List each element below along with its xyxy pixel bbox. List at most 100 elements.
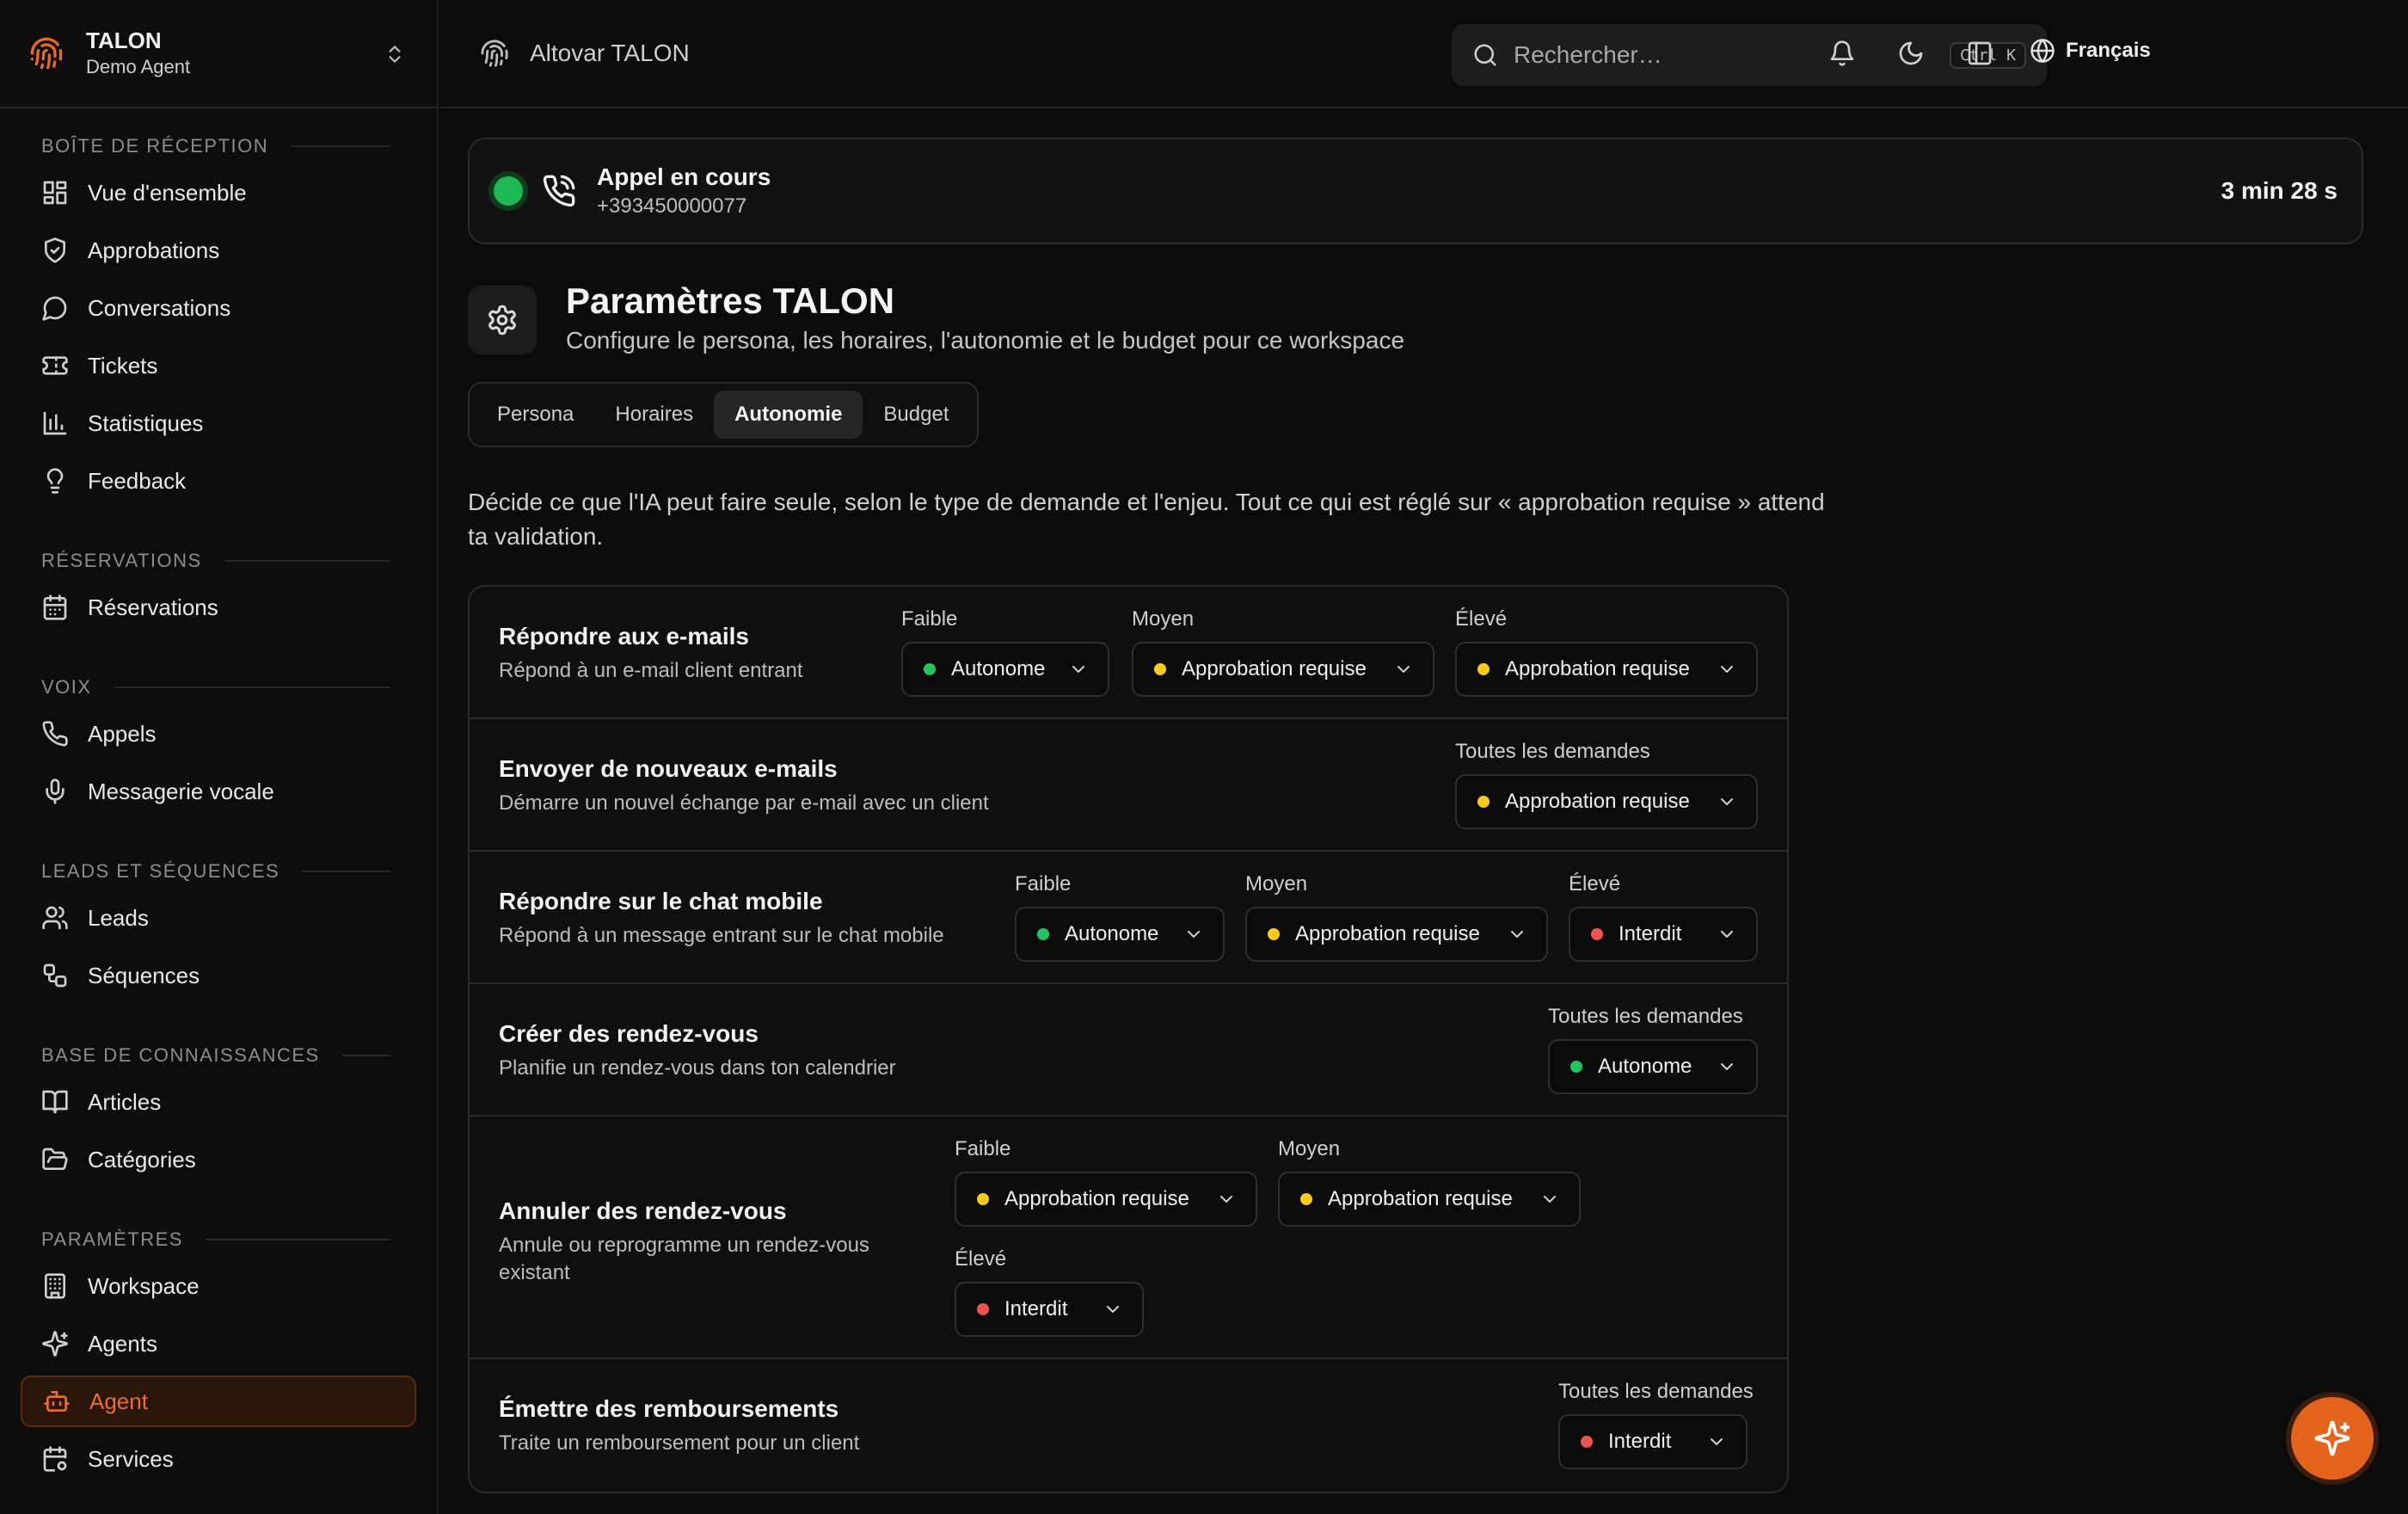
moon-icon[interactable] [1897,40,1925,67]
rule-desc: Planifie un rendez-vous dans ton calendr… [499,1056,896,1080]
bell-icon[interactable] [1828,40,1856,67]
phone-icon [41,720,69,748]
sidebar-item-label: Messagerie vocale [88,778,274,804]
select-value: Approbation requise [1505,657,1690,680]
select-value: Interdit [1619,922,1682,945]
tab-autonomie[interactable]: Autonomie [714,391,863,439]
message-circle-icon [41,294,69,322]
sidebar-item-agent[interactable]: Agent [21,1376,416,1427]
field-label: Toutes les demandes [1558,1380,1754,1403]
sidebar-item-leads[interactable]: Leads [21,892,416,944]
sidebar-nav: BOÎTE DE RÉCEPTION Vue d'ensemble Approb… [0,108,437,1485]
rule-desc: Répond à un message entrant sur le chat … [499,924,944,947]
sidebar-item-label: Services [88,1445,174,1472]
sidebar-item-label: Vue d'ensemble [88,179,247,206]
active-call-bar[interactable]: Appel en cours +393450000077 3 min 28 s [468,138,2363,244]
rule-row: Annuler des rendez-vous Annule ou reprog… [470,1117,1787,1359]
calendar-icon [41,594,69,621]
sidebar-item-services[interactable]: Services [21,1433,416,1485]
sidebar-item-workspace[interactable]: Workspace [21,1260,416,1312]
bar-chart-icon [41,409,69,437]
autonomy-select[interactable]: Autonome [1015,907,1225,962]
chevron-down-icon [1706,1431,1727,1452]
sidebar-item-label: Tickets [88,352,158,378]
autonomy-select[interactable]: Autonome [1548,1039,1758,1094]
nav-section-label: RÉSERVATIONS [0,545,437,576]
rule-field: Toutes les demandes Interdit [1558,1378,1754,1469]
autonomy-select[interactable]: Interdit [1569,907,1758,962]
sidebar-item-calls[interactable]: Appels [21,708,416,760]
workspace-switcher[interactable]: TALON Demo Agent [0,0,437,108]
sidebar-item-overview[interactable]: Vue d'ensemble [21,167,416,218]
call-number: +393450000077 [597,194,747,218]
sidebar-item-label: Feedback [88,467,187,494]
sidebar-item-label: Réservations [88,594,218,620]
tab-persona[interactable]: Persona [476,391,594,439]
status-dot [1300,1193,1312,1205]
autonomy-select[interactable]: Interdit [955,1282,1144,1337]
lightbulb-icon [41,467,69,495]
chevron-down-icon [1539,1189,1560,1209]
page-title: Paramètres TALON [566,280,895,321]
ticket-icon [41,352,69,379]
building-icon [41,1272,69,1300]
workspace-name: TALON [86,28,162,53]
autonomy-select[interactable]: Autonome [901,642,1109,697]
autonomy-select[interactable]: Approbation requise [1455,774,1758,829]
sidebar-item-tickets[interactable]: Tickets [21,340,416,391]
search-icon [1472,42,1498,68]
sidebar-item-voicemail[interactable]: Messagerie vocale [21,766,416,817]
workspace-subtitle: Demo Agent [86,56,191,77]
nav-section-label: LEADS ET SÉQUENCES [0,856,437,887]
autonomy-select[interactable]: Approbation requise [955,1172,1257,1227]
sidebar-item-conversations[interactable]: Conversations [21,282,416,334]
folder-open-icon [41,1146,69,1173]
autonomy-select[interactable]: Interdit [1558,1414,1748,1469]
sidebar-item-statistics[interactable]: Statistiques [21,397,416,449]
rule-desc: Traite un remboursement pour un client [499,1431,860,1455]
ai-assistant-button[interactable] [2291,1397,2374,1480]
gear-icon [486,304,519,336]
calendar-cog-icon [41,1445,69,1473]
sidebar-item-feedback[interactable]: Feedback [21,455,416,507]
autonomy-select[interactable]: Approbation requise [1455,642,1758,697]
field-label: Faible [1015,872,1072,895]
language-label: Français [2066,39,2151,62]
sidebar-item-categories[interactable]: Catégories [21,1134,416,1185]
phone-call-icon [542,174,576,208]
chevron-down-icon [1393,659,1414,680]
chevron-down-icon [1183,924,1204,945]
language-switcher[interactable]: Français [2030,38,2151,64]
sidebar-item-reservations[interactable]: Réservations [21,582,416,633]
autonomy-select[interactable]: Approbation requise [1278,1172,1581,1227]
autonomy-select[interactable]: Approbation requise [1245,907,1548,962]
chevron-down-icon [1717,1056,1737,1077]
rule-desc: Annule ou reprogramme un rendez-vous exi… [499,1234,869,1284]
select-value: Autonome [1065,922,1159,945]
tab-horaires[interactable]: Horaires [594,391,714,439]
chevron-down-icon [1507,924,1527,945]
autonomy-description: Décide ce que l'IA peut faire seule, sel… [468,489,1825,550]
rule-title: Émettre des remboursements [499,1395,839,1422]
panel-left-icon[interactable] [1966,40,1993,67]
workflow-icon [41,962,69,989]
rule-field: Moyen Approbation requise [1132,606,1434,697]
sidebar-item-agents[interactable]: Agents [21,1318,416,1369]
app-name: Altovar TALON [530,40,690,66]
select-value: Approbation requise [1295,922,1480,945]
sidebar-item-sequences[interactable]: Séquences [21,950,416,1001]
nav-section-label: BOÎTE DE RÉCEPTION [0,131,437,162]
call-title: Appel en cours [597,163,771,190]
status-dot [1477,796,1490,808]
rule-field: Toutes les demandes Approbation requise [1455,738,1758,829]
rule-field: Faible Autonome [901,606,1109,697]
autonomy-select[interactable]: Approbation requise [1132,642,1434,697]
rule-row: Émettre des remboursements Traite un rem… [470,1359,1787,1492]
shield-icon [41,237,69,264]
search-input[interactable]: Rechercher… Ctrl K [1452,24,2047,86]
sidebar-item-approvals[interactable]: Approbations [21,225,416,276]
rule-field: Moyen Approbation requise [1245,871,1548,962]
main-content: Appel en cours +393450000077 3 min 28 s … [440,110,2408,1514]
tab-budget[interactable]: Budget [863,391,969,439]
sidebar-item-articles[interactable]: Articles [21,1076,416,1128]
